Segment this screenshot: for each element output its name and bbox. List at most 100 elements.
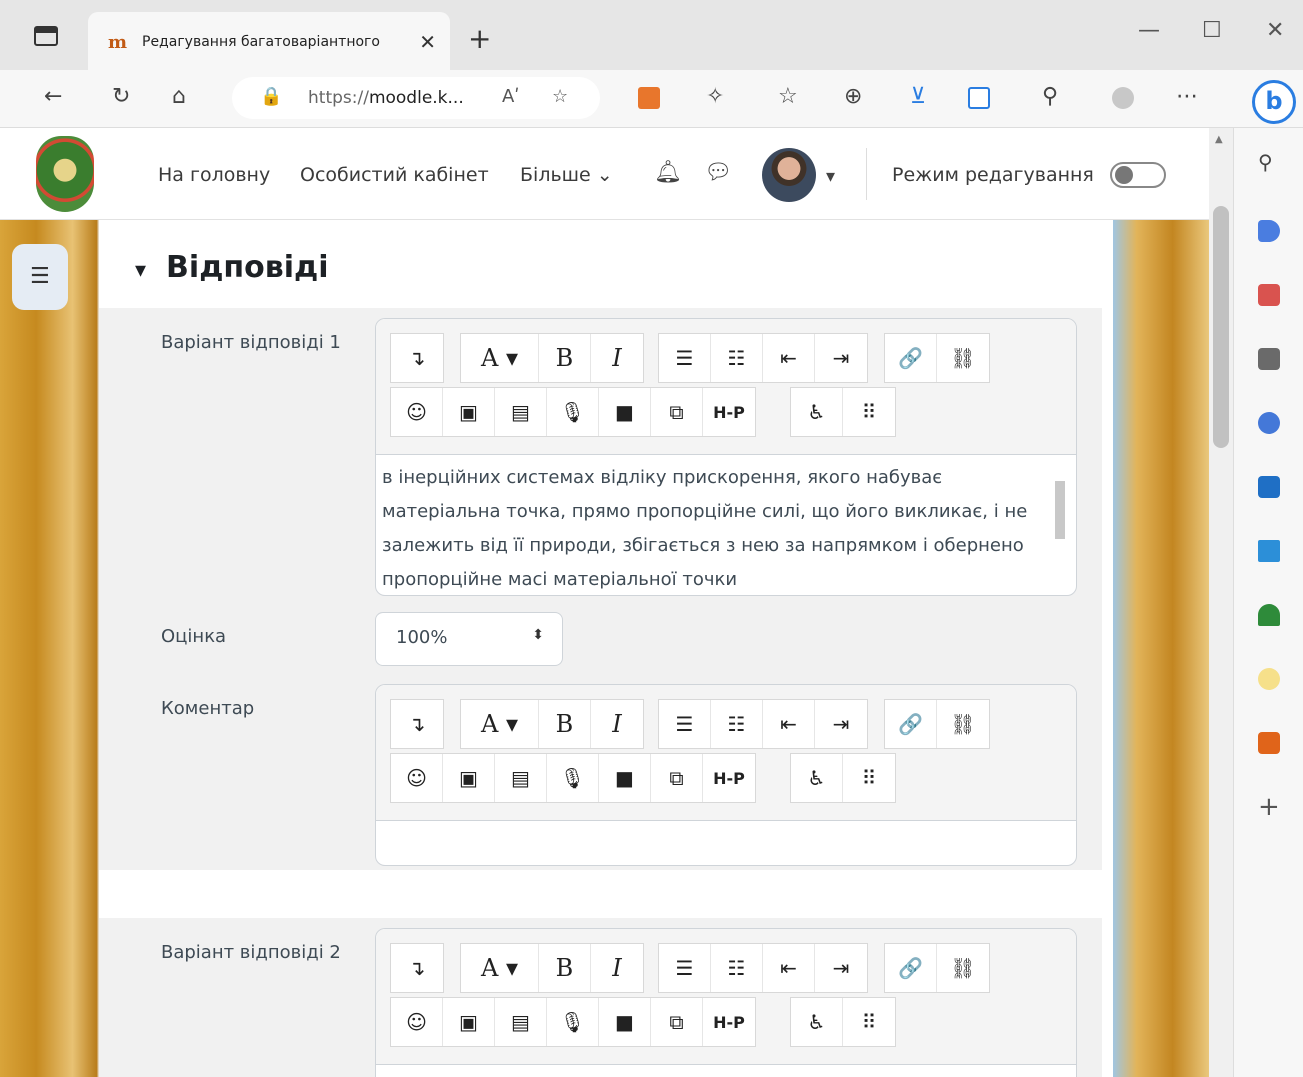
indent-button[interactable]: ⇥	[815, 700, 867, 748]
record-audio-button[interactable]: 🎙	[547, 754, 599, 802]
nav-dashboard[interactable]: Особистий кабінет	[300, 164, 489, 186]
unordered-list-button[interactable]: ☰	[659, 700, 711, 748]
feedback-editor-1[interactable]: ↴ A ▾ B I ☰ ☷ ⇤ ⇥ 🔗 ⛓ ☺ ▣ ▤ 🎙 ■ ⧉ H-P ♿ …	[375, 684, 1077, 866]
new-tab-button[interactable]: +	[468, 22, 491, 55]
microsoft365-icon[interactable]	[1258, 412, 1280, 434]
indent-button[interactable]: ⇥	[815, 334, 867, 382]
outdent-button[interactable]: ⇤	[763, 944, 815, 992]
h5p-button[interactable]: H-P	[703, 388, 755, 436]
unordered-list-button[interactable]: ☰	[659, 944, 711, 992]
italic-button[interactable]: I	[591, 944, 643, 992]
share-icon[interactable]: ⚲	[1042, 84, 1058, 109]
maximize-button[interactable]: ☐	[1202, 18, 1222, 43]
page-scrollbar[interactable]: ▲	[1209, 128, 1233, 1077]
unordered-list-button[interactable]: ☰	[659, 334, 711, 382]
read-aloud-icon[interactable]: Aʹ	[502, 86, 519, 107]
link-button[interactable]: 🔗	[885, 944, 937, 992]
browser-tab[interactable]: m Редагування багатоваріантного ✕	[88, 12, 450, 70]
record-video-button[interactable]: ■	[599, 388, 651, 436]
grammar-icon[interactable]	[1258, 732, 1280, 754]
search-icon[interactable]: ⚲	[1258, 150, 1273, 174]
message-icon[interactable]: 💬︎	[704, 160, 732, 185]
toolbar-toggle-button[interactable]: ↴	[391, 700, 443, 748]
tab-actions-icon[interactable]	[34, 26, 58, 46]
lock-icon[interactable]: 🔒	[260, 86, 282, 107]
extension-icon[interactable]	[1258, 668, 1280, 690]
favorite-add-icon[interactable]: ☆	[552, 86, 568, 107]
answer-text[interactable]: в інерційних системах відліку прискоренн…	[382, 461, 1052, 595]
indent-button[interactable]: ⇥	[815, 944, 867, 992]
grade-select[interactable]: 100% ⬍	[375, 612, 563, 666]
font-style-button[interactable]: A ▾	[461, 944, 539, 992]
ordered-list-button[interactable]: ☷	[711, 334, 763, 382]
image-button[interactable]: ▣	[443, 998, 495, 1046]
bell-icon[interactable]: 🔔︎	[654, 160, 682, 185]
back-icon[interactable]: ←	[44, 84, 62, 109]
font-style-button[interactable]: A ▾	[461, 700, 539, 748]
link-button[interactable]: 🔗	[885, 334, 937, 382]
edge-drop-icon[interactable]	[968, 87, 990, 109]
emoji-button[interactable]: ☺	[391, 388, 443, 436]
font-style-button[interactable]: A ▾	[461, 334, 539, 382]
download-icon[interactable]: ⊻	[910, 84, 926, 109]
emoji-button[interactable]: ☺	[391, 754, 443, 802]
extension-icon[interactable]	[638, 87, 660, 109]
outdent-button[interactable]: ⇤	[763, 334, 815, 382]
manage-files-button[interactable]: ⧉	[651, 388, 703, 436]
nav-more[interactable]: Більше ⌄	[520, 164, 613, 186]
profile-icon[interactable]	[1112, 87, 1134, 109]
add-sidebar-app-icon[interactable]: +	[1258, 792, 1280, 822]
bold-button[interactable]: B	[539, 944, 591, 992]
favorites-icon[interactable]: ☆	[778, 84, 798, 109]
unlink-button[interactable]: ⛓	[937, 334, 989, 382]
nav-home[interactable]: На головну	[158, 164, 270, 186]
link-button[interactable]: 🔗	[885, 700, 937, 748]
bold-button[interactable]: B	[539, 334, 591, 382]
image-button[interactable]: ▣	[443, 388, 495, 436]
toolbar-toggle-button[interactable]: ↴	[391, 944, 443, 992]
tools-icon[interactable]	[1258, 284, 1280, 306]
editor-scrollbar[interactable]	[1052, 459, 1068, 589]
drop-icon[interactable]	[1258, 540, 1280, 562]
manage-files-button[interactable]: ⧉	[651, 754, 703, 802]
media-button[interactable]: ▤	[495, 998, 547, 1046]
scroll-up-icon[interactable]: ▲	[1215, 134, 1223, 145]
outdent-button[interactable]: ⇤	[763, 700, 815, 748]
answer-editor-2[interactable]: ↴ A ▾ B I ☰ ☷ ⇤ ⇥ 🔗 ⛓ ☺ ▣ ▤ 🎙 ■ ⧉ H-P ♿ …	[375, 928, 1077, 1077]
extensions-puzzle-icon[interactable]: ✧	[706, 84, 724, 109]
refresh-icon[interactable]: ↻	[112, 84, 130, 109]
accessibility-button[interactable]: ♿	[791, 388, 843, 436]
manage-files-button[interactable]: ⧉	[651, 998, 703, 1046]
bing-copilot-icon[interactable]: b	[1252, 80, 1296, 124]
answer-editor-1[interactable]: ↴ A ▾ B I ☰ ☷ ⇤ ⇥ 🔗 ⛓ ☺ ▣ ▤ 🎙 ■ ⧉ H-P ♿ …	[375, 318, 1077, 596]
address-bar[interactable]: 🔒 https://moodle.k... Aʹ ☆	[232, 77, 600, 119]
italic-button[interactable]: I	[591, 700, 643, 748]
unlink-button[interactable]: ⛓	[937, 700, 989, 748]
record-audio-button[interactable]: 🎙	[547, 388, 599, 436]
university-logo[interactable]	[36, 136, 94, 212]
accessibility-button[interactable]: ♿	[791, 998, 843, 1046]
shopping-tag-icon[interactable]	[1258, 220, 1280, 242]
accessibility-button[interactable]: ♿	[791, 754, 843, 802]
more-menu-icon[interactable]: ⋯	[1176, 84, 1198, 109]
close-window-button[interactable]: ✕	[1266, 18, 1284, 43]
ordered-list-button[interactable]: ☷	[711, 700, 763, 748]
unlink-button[interactable]: ⛓	[937, 944, 989, 992]
h5p-button[interactable]: H-P	[703, 754, 755, 802]
scrollbar-thumb[interactable]	[1213, 206, 1229, 448]
home-icon[interactable]: ⌂	[172, 84, 186, 109]
record-video-button[interactable]: ■	[599, 754, 651, 802]
avatar[interactable]	[762, 148, 816, 202]
screenreader-button[interactable]: ⠿	[843, 754, 895, 802]
games-icon[interactable]	[1258, 348, 1280, 370]
record-video-button[interactable]: ■	[599, 998, 651, 1046]
toolbar-toggle-button[interactable]: ↴	[391, 334, 443, 382]
media-button[interactable]: ▤	[495, 754, 547, 802]
media-button[interactable]: ▤	[495, 388, 547, 436]
minimize-button[interactable]: —	[1138, 18, 1160, 43]
outlook-icon[interactable]	[1258, 476, 1280, 498]
screenreader-button[interactable]: ⠿	[843, 388, 895, 436]
record-audio-button[interactable]: 🎙	[547, 998, 599, 1046]
bold-button[interactable]: B	[539, 700, 591, 748]
tree-icon[interactable]	[1258, 604, 1280, 626]
